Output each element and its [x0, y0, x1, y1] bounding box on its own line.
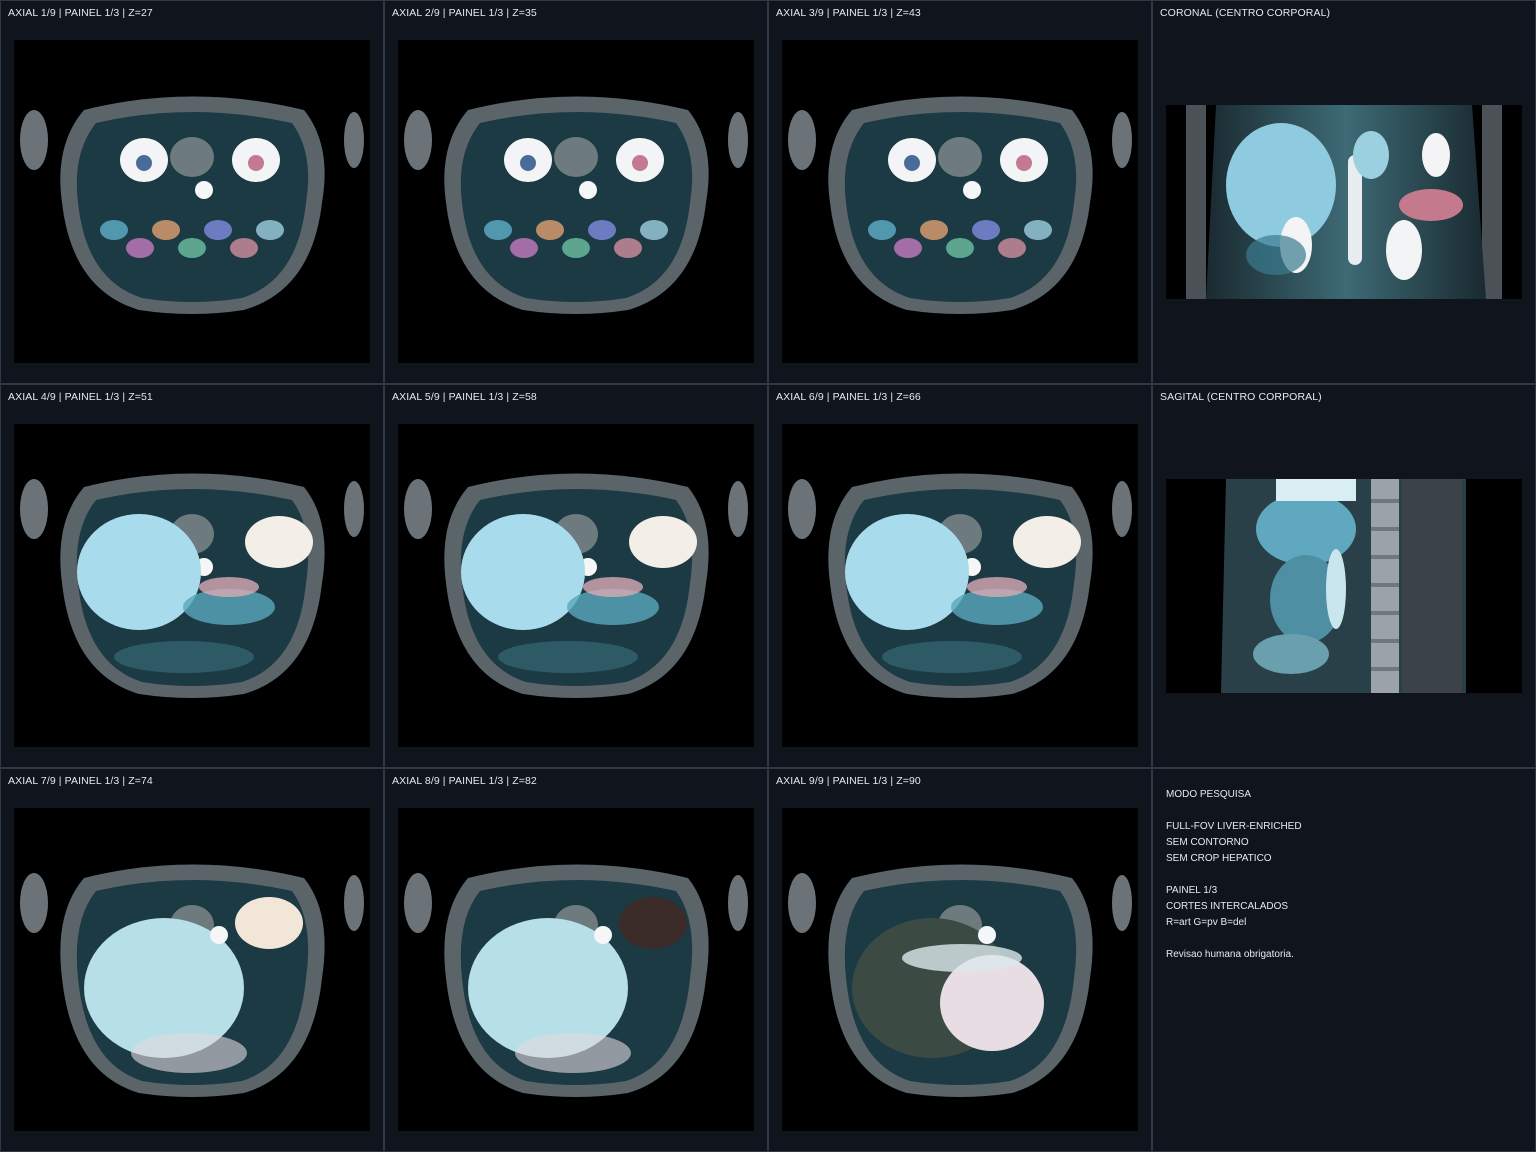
- notes-line: SEM CONTORNO: [1166, 837, 1249, 848]
- axial-image[interactable]: [398, 40, 754, 363]
- axial-image[interactable]: [782, 808, 1138, 1131]
- panel-label: SAGITAL (CENTRO CORPORAL): [1160, 391, 1322, 403]
- panel-label: AXIAL 6/9 | PAINEL 1/3 | Z=66: [776, 391, 921, 403]
- axial-panel-7[interactable]: AXIAL 7/9 | PAINEL 1/3 | Z=74: [0, 768, 384, 1152]
- review-warning: Revisao humana obrigatoria.: [1166, 949, 1294, 960]
- axial-image[interactable]: [398, 808, 754, 1131]
- panel-label: AXIAL 1/9 | PAINEL 1/3 | Z=27: [8, 7, 153, 19]
- panel-label: AXIAL 9/9 | PAINEL 1/3 | Z=90: [776, 775, 921, 787]
- panel-label: AXIAL 4/9 | PAINEL 1/3 | Z=51: [8, 391, 153, 403]
- channel-legend: R=art G=pv B=del: [1166, 917, 1247, 928]
- coronal-image[interactable]: [1166, 105, 1522, 299]
- axial-panel-9[interactable]: AXIAL 9/9 | PAINEL 1/3 | Z=90: [768, 768, 1152, 1152]
- axial-panel-3[interactable]: AXIAL 3/9 | PAINEL 1/3 | Z=43: [768, 0, 1152, 384]
- axial-image[interactable]: [14, 40, 370, 363]
- panel-label: AXIAL 3/9 | PAINEL 1/3 | Z=43: [776, 7, 921, 19]
- axial-image[interactable]: [14, 424, 370, 747]
- axial-panel-8[interactable]: AXIAL 8/9 | PAINEL 1/3 | Z=82: [384, 768, 768, 1152]
- panel-indicator: PAINEL 1/3: [1166, 885, 1218, 896]
- panel-label: AXIAL 7/9 | PAINEL 1/3 | Z=74: [8, 775, 153, 787]
- notes-line: FULL-FOV LIVER-ENRICHED: [1166, 821, 1302, 832]
- axial-image[interactable]: [782, 424, 1138, 747]
- notes-panel: MODO PESQUISA FULL-FOV LIVER-ENRICHED SE…: [1152, 768, 1536, 1152]
- coronal-panel[interactable]: CORONAL (CENTRO CORPORAL): [1152, 0, 1536, 384]
- notes-line: CORTES INTERCALADOS: [1166, 901, 1289, 912]
- axial-panel-4[interactable]: AXIAL 4/9 | PAINEL 1/3 | Z=51: [0, 384, 384, 768]
- panel-label: AXIAL 2/9 | PAINEL 1/3 | Z=35: [392, 7, 537, 19]
- notes-line: SEM CROP HEPATICO: [1166, 853, 1272, 864]
- axial-panel-5[interactable]: AXIAL 5/9 | PAINEL 1/3 | Z=58: [384, 384, 768, 768]
- panel-label: CORONAL (CENTRO CORPORAL): [1160, 7, 1331, 19]
- sagittal-image[interactable]: [1166, 479, 1522, 693]
- axial-panel-6[interactable]: AXIAL 6/9 | PAINEL 1/3 | Z=66: [768, 384, 1152, 768]
- axial-image[interactable]: [398, 424, 754, 747]
- axial-panel-2[interactable]: AXIAL 2/9 | PAINEL 1/3 | Z=35: [384, 0, 768, 384]
- notes-text: MODO PESQUISA FULL-FOV LIVER-ENRICHED SE…: [1166, 787, 1302, 963]
- sagittal-panel[interactable]: SAGITAL (CENTRO CORPORAL): [1152, 384, 1536, 768]
- axial-image[interactable]: [14, 808, 370, 1131]
- panel-label: AXIAL 5/9 | PAINEL 1/3 | Z=58: [392, 391, 537, 403]
- panel-label: AXIAL 8/9 | PAINEL 1/3 | Z=82: [392, 775, 537, 787]
- axial-panel-1[interactable]: AXIAL 1/9 | PAINEL 1/3 | Z=27: [0, 0, 384, 384]
- axial-image[interactable]: [782, 40, 1138, 363]
- mode-label: MODO PESQUISA: [1166, 789, 1252, 800]
- viewer-grid: AXIAL 1/9 | PAINEL 1/3 | Z=27 AXIAL 2/9 …: [0, 0, 1536, 1152]
